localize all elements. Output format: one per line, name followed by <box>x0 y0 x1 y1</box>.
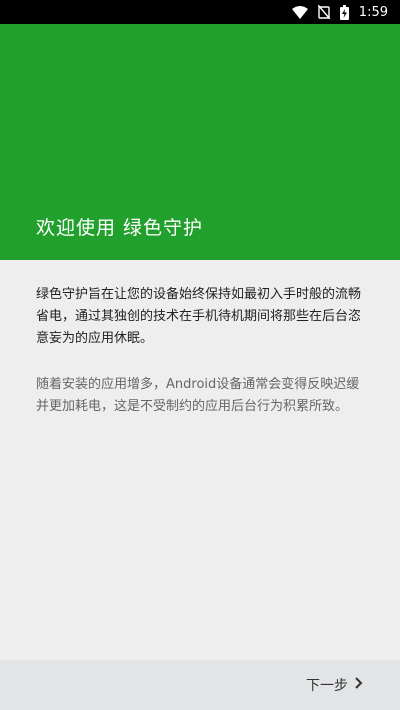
silent-icon <box>317 5 330 19</box>
next-button[interactable]: 下一步 <box>306 675 364 695</box>
next-button-label: 下一步 <box>306 678 348 694</box>
bottom-bar: 下一步 <box>0 660 400 710</box>
intro-paragraph-2: 随着安装的应用增多，Android设备通常会变得反映迟缓并更加耗电，这是不受制约… <box>36 377 360 414</box>
intro-paragraph-1: 绿色守护旨在让您的设备始终保持如最初入手时般的流畅省电，通过其独创的技术在手机待… <box>36 287 362 346</box>
status-bar: 1:59 <box>0 0 400 24</box>
wifi-icon <box>291 5 308 19</box>
intro-content: 绿色守护旨在让您的设备始终保持如最初入手时般的流畅省电，通过其独创的技术在手机待… <box>0 260 400 660</box>
page-title: 欢迎使用 绿色守护 <box>36 217 204 239</box>
header-banner: 欢迎使用 绿色守护 <box>0 24 400 260</box>
chevron-right-icon <box>354 677 364 693</box>
status-time: 1:59 <box>358 4 388 20</box>
battery-icon <box>339 4 349 20</box>
